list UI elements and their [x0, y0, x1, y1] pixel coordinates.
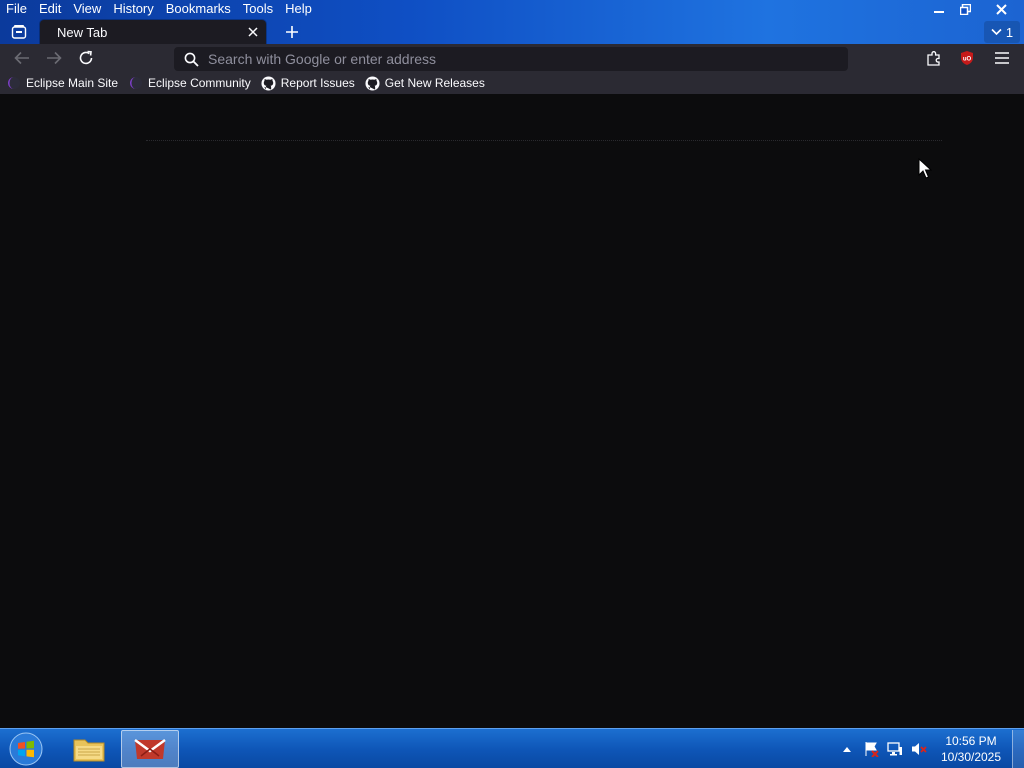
chevron-up-icon — [843, 747, 851, 752]
back-button[interactable] — [10, 46, 34, 70]
bookmark-label: Eclipse Community — [148, 76, 251, 90]
system-tray: 10:56 PM 10/30/2025 — [834, 729, 1024, 768]
menu-edit[interactable]: Edit — [33, 0, 67, 18]
ublock-origin-button[interactable]: uO — [955, 46, 979, 70]
tab-strip: New Tab 1 — [0, 20, 1024, 44]
mouse-cursor-icon — [918, 157, 933, 183]
firefox-view-button[interactable] — [8, 22, 30, 42]
navigation-toolbar: uO — [0, 44, 1024, 72]
close-icon — [995, 3, 1007, 15]
reload-button[interactable] — [74, 46, 98, 70]
bookmark-eclipse-main-site[interactable]: Eclipse Main Site — [6, 75, 118, 91]
bookmark-get-new-releases[interactable]: Get New Releases — [365, 75, 485, 91]
restore-icon — [959, 3, 971, 15]
menu-tools[interactable]: Tools — [237, 0, 279, 18]
taskbar-clock[interactable]: 10:56 PM 10/30/2025 — [936, 733, 1006, 765]
bookmark-label: Eclipse Main Site — [26, 76, 119, 90]
eclipse-icon — [6, 75, 22, 91]
windows-logo-icon — [9, 732, 43, 766]
github-icon — [365, 75, 381, 91]
address-input[interactable] — [208, 51, 848, 67]
menu-view[interactable]: View — [67, 0, 107, 18]
window-titlebar: File Edit View History Bookmarks Tools H… — [0, 0, 1024, 44]
back-arrow-icon — [14, 51, 29, 65]
forward-arrow-icon — [47, 51, 62, 65]
chevron-down-icon — [991, 28, 1002, 36]
content-divider — [146, 140, 942, 141]
new-tab-button[interactable] — [281, 22, 303, 42]
search-icon — [174, 52, 208, 67]
clock-time: 10:56 PM — [945, 734, 997, 748]
extensions-button[interactable] — [922, 46, 946, 70]
menu-bookmarks[interactable]: Bookmarks — [160, 0, 237, 18]
github-icon — [261, 75, 277, 91]
new-tab-page[interactable] — [0, 94, 1024, 728]
action-center-icon[interactable] — [860, 738, 882, 760]
clock-date: 10/30/2025 — [940, 750, 1002, 764]
bookmarks-toolbar: Eclipse Main Site Eclipse Community Repo… — [0, 72, 1024, 94]
taskbar: 10:56 PM 10/30/2025 — [0, 728, 1024, 768]
url-bar[interactable] — [174, 47, 848, 71]
minimize-button[interactable] — [926, 0, 952, 18]
bookmark-eclipse-community[interactable]: Eclipse Community — [128, 75, 251, 91]
svg-text:uO: uO — [963, 57, 972, 63]
list-all-tabs-button[interactable]: 1 — [984, 21, 1020, 43]
restore-button[interactable] — [952, 0, 978, 18]
browser-icon — [134, 738, 166, 759]
taskbar-browser[interactable] — [121, 730, 179, 768]
tab-title: New Tab — [57, 24, 108, 40]
start-button[interactable] — [6, 730, 46, 768]
folder-icon — [73, 739, 105, 762]
network-icon[interactable] — [884, 738, 906, 760]
reload-icon — [79, 50, 93, 65]
bookmark-label: Report Issues — [280, 76, 355, 90]
forward-button[interactable] — [42, 46, 66, 70]
eclipse-icon — [128, 75, 144, 91]
minimize-icon — [934, 11, 944, 13]
tab-close-button[interactable] — [246, 25, 260, 39]
close-icon — [248, 27, 258, 37]
volume-muted-icon[interactable] — [908, 738, 930, 760]
show-hidden-icons-button[interactable] — [836, 738, 858, 760]
menu-bar: File Edit View History Bookmarks Tools H… — [0, 0, 318, 18]
ublock-origin-icon: uO — [961, 51, 973, 65]
window-controls — [926, 0, 1024, 18]
close-window-button[interactable] — [978, 0, 1024, 18]
bookmark-report-issues[interactable]: Report Issues — [261, 75, 355, 91]
hamburger-menu-icon — [995, 52, 1009, 64]
bookmark-label: Get New Releases — [384, 76, 485, 90]
firefox-view-icon — [11, 25, 27, 39]
menu-help[interactable]: Help — [279, 0, 318, 18]
taskbar-file-explorer[interactable] — [60, 730, 118, 768]
tab-count: 1 — [1005, 24, 1014, 40]
show-desktop-button[interactable] — [1012, 730, 1024, 768]
menu-file[interactable]: File — [0, 0, 33, 18]
tab-new-tab[interactable]: New Tab — [40, 20, 266, 44]
plus-icon — [286, 26, 298, 38]
menu-history[interactable]: History — [107, 0, 159, 18]
puzzle-piece-icon — [927, 51, 940, 66]
app-menu-button[interactable] — [990, 46, 1014, 70]
